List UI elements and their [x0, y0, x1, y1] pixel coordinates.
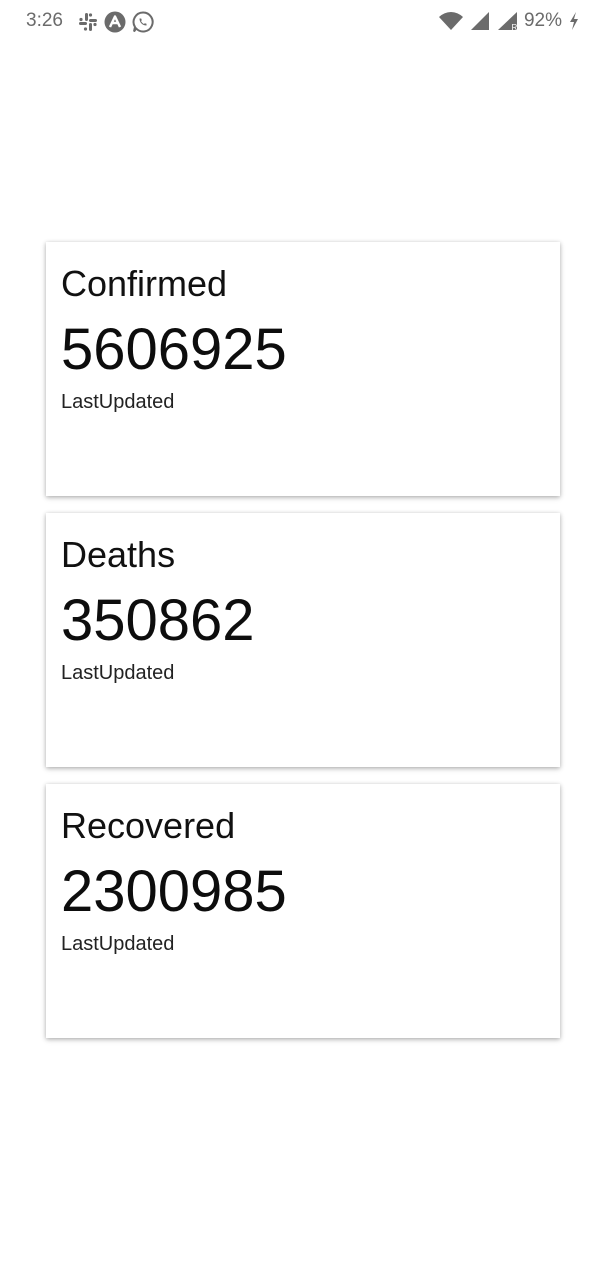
card-title: Confirmed — [61, 263, 228, 304]
confirmed-card[interactable]: Confirmed 5606925 LastUpdated — [46, 242, 560, 496]
status-time: 3:26 — [26, 10, 63, 31]
card-title: Recovered — [61, 805, 236, 846]
slack-icon — [78, 12, 98, 32]
svg-text:R: R — [511, 23, 517, 31]
signal-roaming-icon: R — [496, 11, 518, 31]
battery-percent: 92% — [523, 10, 562, 31]
system-icons: R 92% — [438, 10, 580, 32]
stats-card-list: Confirmed 5606925 LastUpdated Deaths 350… — [46, 242, 560, 1055]
card-last-updated: LastUpdated — [61, 662, 175, 684]
whatsapp-icon — [132, 11, 154, 33]
status-bar: 3:26 R 92% — [0, 0, 606, 46]
battery-charging-icon — [568, 11, 580, 31]
card-count: 350862 — [61, 588, 255, 653]
card-last-updated: LastUpdated — [61, 933, 175, 955]
card-last-updated: LastUpdated — [61, 391, 175, 413]
card-title: Deaths — [61, 534, 176, 575]
card-count: 5606925 — [61, 317, 287, 382]
card-count: 2300985 — [61, 859, 287, 924]
deaths-card[interactable]: Deaths 350862 LastUpdated — [46, 513, 560, 767]
signal-icon — [470, 11, 490, 31]
app-screen: 3:26 R 92% Confirmed 5606925 LastUpdated… — [0, 0, 606, 1280]
wifi-icon — [438, 11, 464, 31]
recovered-card[interactable]: Recovered 2300985 LastUpdated — [46, 784, 560, 1038]
arch-icon — [104, 11, 126, 33]
notification-icons — [78, 11, 154, 33]
